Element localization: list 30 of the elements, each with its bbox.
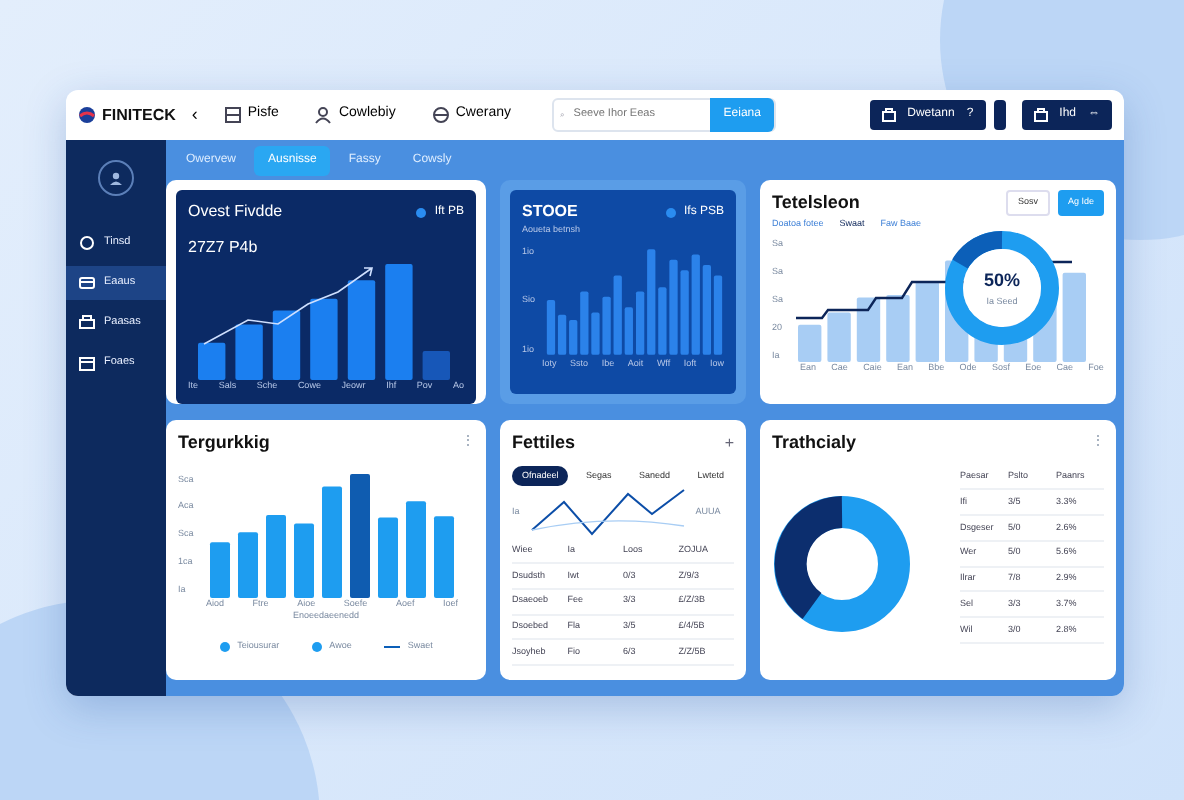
back-button[interactable]: ‹ [191, 101, 198, 129]
add-button[interactable]: + [724, 431, 734, 456]
globe-icon [431, 106, 450, 124]
brand-name: FINITECK [102, 103, 176, 127]
card-title: STOOE [522, 200, 578, 224]
person-icon [314, 106, 333, 124]
legend-dot [665, 207, 676, 217]
donut-value: 50% [981, 268, 1022, 295]
legend-dot [219, 641, 230, 652]
briefcase-icon [1033, 108, 1048, 122]
user-icon [108, 170, 124, 186]
card-title: Ovest Fivdde [188, 200, 283, 224]
toggle-button[interactable] [993, 100, 1006, 130]
legend-dot [311, 641, 322, 652]
calendar-icon [78, 354, 96, 372]
avatar[interactable] [98, 160, 134, 196]
card-title: Tergurkkig [178, 430, 270, 456]
donut-chart-drawing [772, 493, 912, 633]
logo-icon [78, 106, 96, 124]
briefcase-icon [881, 108, 896, 122]
card-title: Tetelsleon [772, 190, 860, 216]
metric-value: 27Z7 P4b [188, 236, 260, 260]
card-icon [78, 274, 96, 292]
card-title: Trathcialy [772, 430, 857, 456]
card-title: Fettiles [512, 430, 576, 456]
grid-icon [223, 106, 242, 124]
circle-icon [78, 234, 96, 252]
printer-icon [78, 314, 96, 332]
donut-chart-drawing [944, 230, 1060, 347]
legend-dot [416, 207, 427, 217]
